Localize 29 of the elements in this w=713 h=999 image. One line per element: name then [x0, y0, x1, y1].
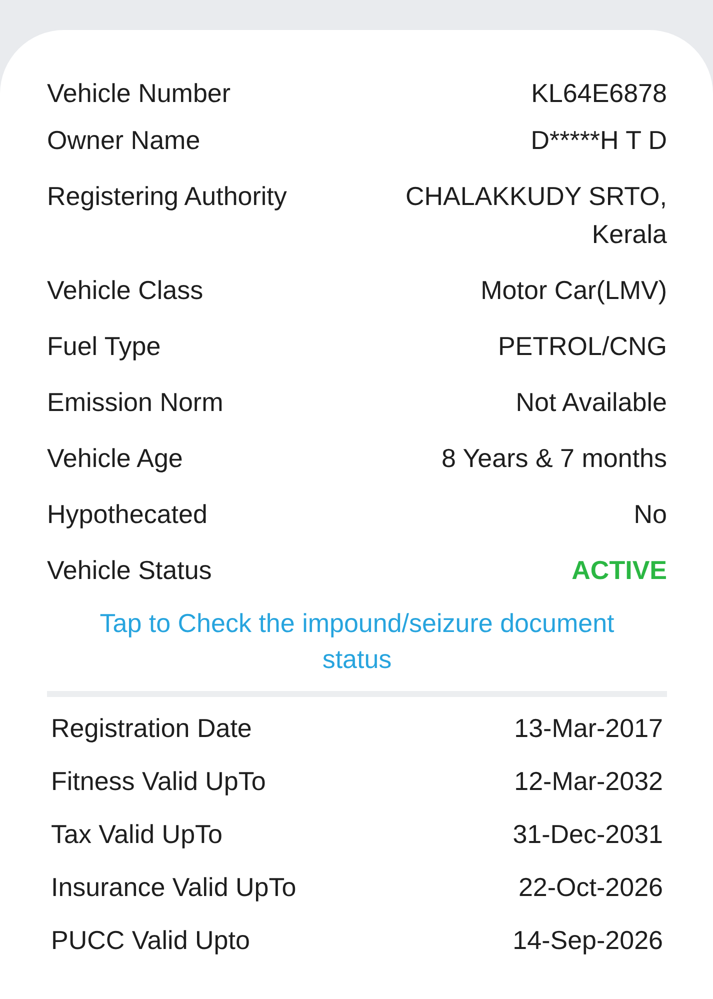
detail-label: Vehicle Age	[47, 442, 183, 475]
date-value: 31-Dec-2031	[512, 818, 663, 851]
detail-label: Emission Norm	[47, 386, 224, 419]
detail-value: No	[634, 498, 667, 531]
detail-value: D*****H T D	[530, 124, 667, 157]
detail-value: 8 Years & 7 months	[442, 442, 667, 475]
date-label: PUCC Valid Upto	[51, 924, 250, 957]
detail-value: KL64E6878	[531, 77, 667, 110]
date-value: 22-Oct-2026	[518, 871, 663, 904]
detail-label: Hypothecated	[47, 498, 208, 531]
date-value: 12-Mar-2032	[514, 765, 663, 798]
detail-value: CHALAKKUDY SRTO, Kerala	[405, 180, 667, 251]
detail-value: Not Available	[516, 386, 667, 419]
detail-label: Registering Authority	[47, 180, 287, 213]
date-label: Insurance Valid UpTo	[51, 871, 296, 904]
detail-label: Vehicle Status	[47, 554, 212, 587]
detail-label: Fuel Type	[47, 330, 161, 363]
impound-status-link[interactable]: Tap to Check the impound/seizure document status	[47, 605, 667, 677]
detail-label: Vehicle Number	[47, 77, 231, 110]
date-label: Tax Valid UpTo	[51, 818, 222, 851]
detail-label: Vehicle Class	[47, 274, 204, 307]
date-value: 13-Mar-2017	[514, 712, 663, 745]
date-label: Fitness Valid UpTo	[51, 765, 266, 798]
date-value: 14-Sep-2026	[512, 924, 663, 957]
status-value: ACTIVE	[572, 554, 667, 587]
date-label: Registration Date	[51, 712, 252, 745]
detail-label: Owner Name	[47, 124, 200, 157]
detail-value: Motor Car(LMV)	[480, 274, 667, 307]
detail-value: PETROL/CNG	[498, 330, 667, 363]
